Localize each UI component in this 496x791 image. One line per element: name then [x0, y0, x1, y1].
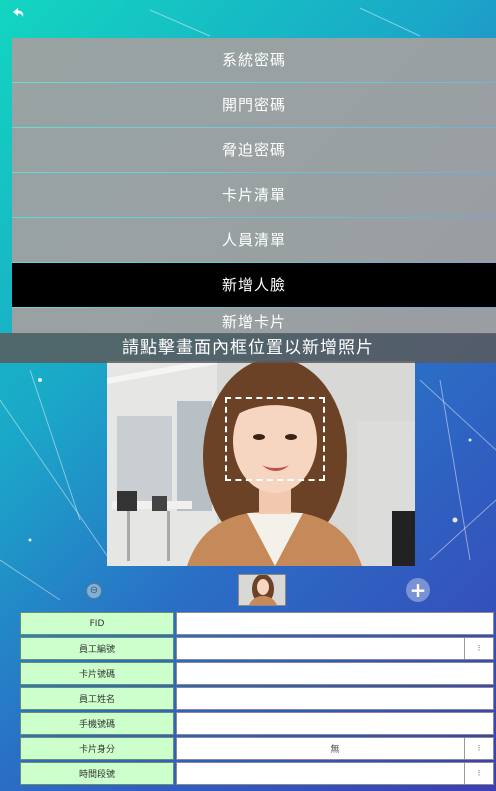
menu-item-label: 開門密碼	[221, 95, 286, 114]
menu-item-label: 卡片清單	[221, 185, 286, 204]
time-period-select[interactable]: ⁝	[176, 762, 494, 785]
face-detection-frame	[225, 397, 325, 481]
spinner-icon[interactable]: ⁝	[464, 638, 493, 659]
menu-item-label: 脅迫密碼	[221, 140, 286, 159]
field-label: 卡片號碼	[20, 662, 174, 685]
employee-name-field[interactable]	[176, 687, 494, 710]
card-identity-select[interactable]: 無 ⁝	[176, 737, 494, 760]
phone-number-field[interactable]	[176, 712, 494, 735]
spinner-icon[interactable]: ⁝	[464, 763, 493, 784]
plus-circle-icon: +	[409, 578, 427, 602]
field-value: 無	[330, 745, 340, 755]
employee-id-field[interactable]: ⁝	[176, 637, 494, 660]
menu-item-label: 新增人臉	[221, 275, 286, 294]
back-arrow-icon	[13, 8, 24, 17]
person-form: FID 員工編號 ⁝ 卡片號碼 員工姓名 手機號碼 卡片身分 無 ⁝ 時間段號 ⁝	[20, 612, 494, 787]
menu-item-label: 新增卡片	[221, 313, 286, 331]
remove-circle-icon: ⊖	[89, 585, 99, 596]
menu-item-door-password[interactable]: 開門密碼	[12, 83, 496, 127]
form-row-card-number: 卡片號碼	[20, 662, 494, 685]
menu-item-duress-password[interactable]: 脅迫密碼	[12, 128, 496, 172]
form-row-employee-name: 員工姓名	[20, 687, 494, 710]
form-row-card-identity: 卡片身分 無 ⁝	[20, 737, 494, 760]
form-row-time-period: 時間段號 ⁝	[20, 762, 494, 785]
field-label: FID	[20, 612, 174, 635]
menu-item-card-list[interactable]: 卡片清單	[12, 173, 496, 217]
card-number-field[interactable]	[176, 662, 494, 685]
back-button[interactable]	[6, 2, 30, 26]
fid-field[interactable]	[176, 612, 494, 635]
form-row-employee-id: 員工編號 ⁝	[20, 637, 494, 660]
form-row-fid: FID	[20, 612, 494, 635]
settings-menu: 系統密碼 開門密碼 脅迫密碼 卡片清單 人員清單 新增人臉 新增卡片	[12, 38, 496, 334]
menu-item-person-list[interactable]: 人員清單	[12, 218, 496, 262]
add-photo-instruction: 請點擊畫面內框位置以新增照片	[0, 333, 496, 363]
field-label: 卡片身分	[20, 737, 174, 760]
face-photo-area[interactable]	[107, 361, 415, 566]
remove-photo-button[interactable]: ⊖	[86, 583, 102, 599]
field-label: 手機號碼	[20, 712, 174, 735]
menu-item-label: 系統密碼	[221, 50, 286, 69]
field-label: 員工姓名	[20, 687, 174, 710]
menu-item-system-password[interactable]: 系統密碼	[12, 38, 496, 82]
menu-item-label: 人員清單	[221, 230, 286, 249]
field-label: 員工編號	[20, 637, 174, 660]
photo-action-row: ⊖ +	[0, 574, 496, 608]
spinner-icon[interactable]: ⁝	[464, 738, 493, 759]
photo-thumbnail[interactable]	[238, 574, 286, 606]
menu-item-add-card[interactable]: 新增卡片	[12, 308, 496, 334]
thumbnail-image	[239, 575, 285, 605]
menu-item-add-face[interactable]: 新增人臉	[12, 263, 496, 307]
add-photo-button[interactable]: +	[406, 578, 430, 602]
field-label: 時間段號	[20, 762, 174, 785]
form-row-phone-number: 手機號碼	[20, 712, 494, 735]
